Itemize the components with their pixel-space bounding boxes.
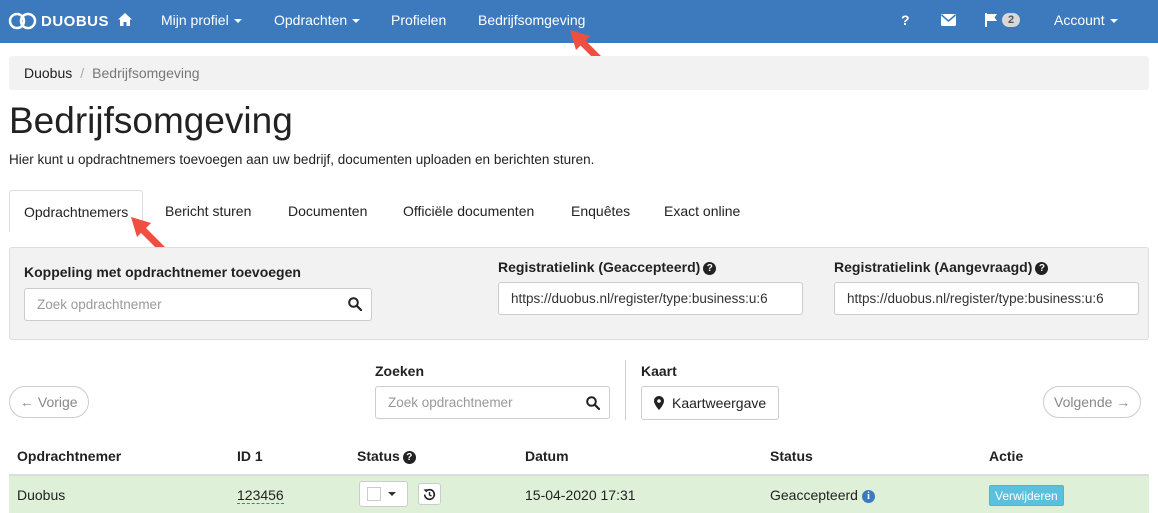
question-circle-icon[interactable]: ? <box>402 450 416 464</box>
nav-opdrachten[interactable]: Opdrachten <box>274 12 361 28</box>
chevron-down-icon <box>1109 19 1118 24</box>
label-text: Registratielink (Geaccepteerd) <box>498 259 701 275</box>
column-header[interactable]: ID 1 <box>237 448 263 464</box>
column-header[interactable]: Status <box>770 448 813 464</box>
nav-mijn-profiel[interactable]: Mijn profiel <box>161 12 242 28</box>
page-title: Bedrijfsomgeving <box>9 100 293 141</box>
divider <box>625 360 626 420</box>
input-placeholder: Zoek opdrachtnemer <box>388 395 513 410</box>
nav-account[interactable]: Account <box>1054 12 1118 28</box>
search-icon[interactable] <box>586 396 600 410</box>
nav-bedrijfsomgeving[interactable]: Bedrijfsomgeving <box>478 12 585 28</box>
history-button[interactable] <box>418 483 441 505</box>
tab-opdrachtnemers[interactable]: Opdrachtnemers <box>9 190 144 232</box>
question-circle-icon[interactable]: ? <box>1035 261 1049 275</box>
breadcrumb: Duobus / Bedrijfsomgeving <box>9 56 1149 90</box>
tab-documenten[interactable]: Documenten <box>274 190 381 232</box>
breadcrumb-current: Bedrijfsomgeving <box>92 65 200 81</box>
nav-label: Mijn profiel <box>161 12 229 28</box>
notifications[interactable]: 2 <box>985 11 1021 28</box>
tab-enquetes[interactable]: Enquêtes <box>557 190 644 232</box>
cell-id[interactable]: 123456 <box>237 487 284 504</box>
chevron-down-icon <box>352 19 361 24</box>
column-header[interactable]: Actie <box>989 448 1023 464</box>
nav-label: Opdrachten <box>274 12 348 28</box>
map-marker-icon <box>654 396 664 410</box>
notification-count-badge: 2 <box>1002 13 1021 28</box>
column-header[interactable]: Opdrachtnemer <box>17 448 121 464</box>
breadcrumb-separator: / <box>80 65 85 81</box>
info-icon[interactable]: i <box>861 489 875 503</box>
search-icon[interactable] <box>348 297 362 311</box>
map-view-button[interactable]: Kaartweergave <box>641 386 780 420</box>
duobus-logo[interactable]: DUOBUS <box>8 10 109 32</box>
nav-profielen[interactable]: Profielen <box>391 12 446 28</box>
search-input[interactable]: Zoek opdrachtnemer <box>375 386 610 419</box>
breadcrumb-home[interactable]: Duobus <box>24 65 72 81</box>
color-swatch <box>367 487 381 501</box>
tab-officiele-documenten[interactable]: Officiële documenten <box>389 190 548 232</box>
logo-text: DUOBUS <box>41 12 110 30</box>
question-circle-icon[interactable]: ? <box>703 261 717 275</box>
search-label: Zoeken <box>375 363 425 379</box>
delete-button[interactable]: Verwijderen <box>989 485 1064 506</box>
bus-logo-icon <box>8 12 37 30</box>
next-button[interactable]: Volgende → <box>1043 386 1142 418</box>
reg-accepted-link-field[interactable]: https://duobus.nl/register/type:business… <box>498 282 803 315</box>
status-text: Geaccepteerd <box>770 487 858 503</box>
header-text: Status <box>357 448 400 464</box>
column-header[interactable]: Datum <box>525 448 569 464</box>
tab-bar: Opdrachtnemers Bericht sturen Documenten… <box>9 190 1149 232</box>
reg-requested-label: Registratielink (Aangevraagd)? <box>834 259 1049 275</box>
label-text: Registratielink (Aangevraagd) <box>834 259 1033 275</box>
help-icon[interactable]: ? <box>901 12 910 28</box>
column-header[interactable]: Status? <box>357 448 416 464</box>
reg-requested-link-field[interactable]: https://duobus.nl/register/type:business… <box>834 282 1139 315</box>
nav-label: Account <box>1054 12 1105 28</box>
koppeling-search-input[interactable]: Zoek opdrachtnemer <box>24 288 372 321</box>
reg-accepted-label: Registratielink (Geaccepteerd)? <box>498 259 717 275</box>
history-icon <box>423 488 436 501</box>
status-select[interactable] <box>359 481 408 507</box>
button-label: Kaartweergave <box>672 395 767 411</box>
cell-status: Geaccepteerd i <box>770 487 875 503</box>
map-label: Kaart <box>641 363 677 379</box>
cell-name: Duobus <box>17 487 66 503</box>
home-icon[interactable] <box>117 12 133 27</box>
chevron-down-icon <box>388 492 396 496</box>
envelope-icon[interactable] <box>941 14 956 26</box>
flag-icon <box>985 13 997 28</box>
page-description: Hier kunt u opdrachtnemers toevoegen aan… <box>9 152 595 167</box>
cell-date: 15-04-2020 17:31 <box>525 487 636 503</box>
chevron-down-icon <box>233 19 242 24</box>
tab-exact-online[interactable]: Exact online <box>650 190 754 232</box>
koppeling-label: Koppeling met opdrachtnemer toevoegen <box>24 264 301 280</box>
input-placeholder: Zoek opdrachtnemer <box>37 297 162 312</box>
previous-button[interactable]: ← Vorige <box>9 386 89 418</box>
